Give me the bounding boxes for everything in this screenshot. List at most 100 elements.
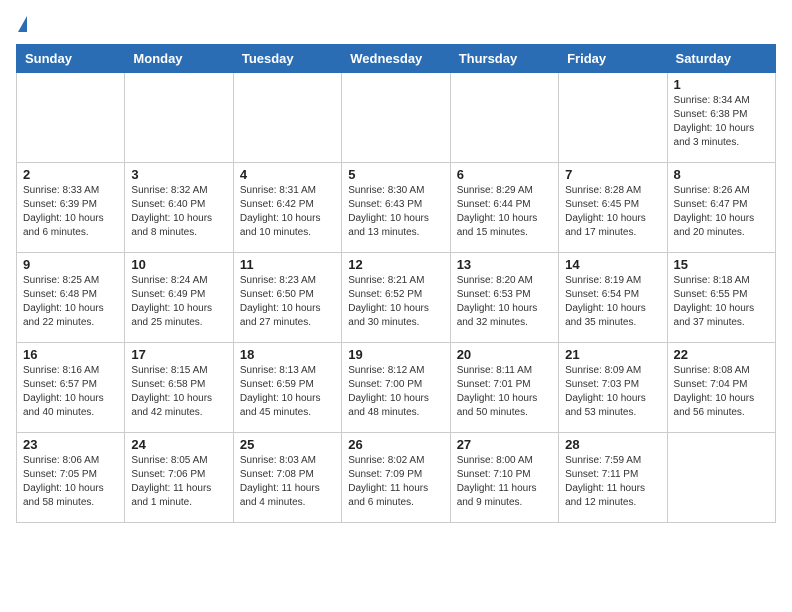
- day-info: Sunrise: 8:32 AM Sunset: 6:40 PM Dayligh…: [131, 184, 226, 240]
- day-number: 2: [23, 167, 118, 182]
- day-number: 18: [240, 347, 335, 362]
- day-info: Sunrise: 8:20 AM Sunset: 6:53 PM Dayligh…: [457, 274, 552, 330]
- day-info: Sunrise: 8:16 AM Sunset: 6:57 PM Dayligh…: [23, 364, 118, 420]
- calendar-cell: 3 Sunrise: 8:32 AM Sunset: 6:40 PM Daylig…: [125, 163, 233, 253]
- calendar-cell: 1Sunrise: 8:34 AM Sunset: 6:38 PM Daylig…: [667, 73, 775, 163]
- calendar-cell: 21 Sunrise: 8:09 AM Sunset: 7:03 PM Dayli…: [559, 343, 667, 433]
- day-number: 19: [348, 347, 443, 362]
- day-info: Sunrise: 8:05 AM Sunset: 7:06 PM Dayligh…: [131, 454, 226, 510]
- day-info: Sunrise: 8:30 AM Sunset: 6:43 PM Dayligh…: [348, 184, 443, 240]
- calendar-cell: [342, 73, 450, 163]
- calendar-cell: 26 Sunrise: 8:02 AM Sunset: 7:09 PM Dayli…: [342, 433, 450, 523]
- day-info: Sunrise: 8:26 AM Sunset: 6:47 PM Dayligh…: [674, 184, 769, 240]
- day-number: 25: [240, 437, 335, 452]
- day-number: 24: [131, 437, 226, 452]
- day-info: Sunrise: 8:25 AM Sunset: 6:48 PM Dayligh…: [23, 274, 118, 330]
- day-info: Sunrise: 8:08 AM Sunset: 7:04 PM Dayligh…: [674, 364, 769, 420]
- day-header-thursday: Thursday: [450, 45, 558, 73]
- calendar-cell: 13 Sunrise: 8:20 AM Sunset: 6:53 PM Dayli…: [450, 253, 558, 343]
- calendar-cell: 8 Sunrise: 8:26 AM Sunset: 6:47 PM Daylig…: [667, 163, 775, 253]
- calendar-cell: 12 Sunrise: 8:21 AM Sunset: 6:52 PM Dayli…: [342, 253, 450, 343]
- day-info: Sunrise: 8:24 AM Sunset: 6:49 PM Dayligh…: [131, 274, 226, 330]
- day-info: Sunrise: 8:31 AM Sunset: 6:42 PM Dayligh…: [240, 184, 335, 240]
- day-number: 6: [457, 167, 552, 182]
- day-info: Sunrise: 8:19 AM Sunset: 6:54 PM Dayligh…: [565, 274, 660, 330]
- day-number: 9: [23, 257, 118, 272]
- day-info: Sunrise: 8:33 AM Sunset: 6:39 PM Dayligh…: [23, 184, 118, 240]
- day-info: Sunrise: 8:28 AM Sunset: 6:45 PM Dayligh…: [565, 184, 660, 240]
- calendar-cell: 19 Sunrise: 8:12 AM Sunset: 7:00 PM Dayli…: [342, 343, 450, 433]
- logo-icon: [18, 16, 27, 32]
- day-number: 22: [674, 347, 769, 362]
- day-info: Sunrise: 8:03 AM Sunset: 7:08 PM Dayligh…: [240, 454, 335, 510]
- calendar-cell: 11 Sunrise: 8:23 AM Sunset: 6:50 PM Dayli…: [233, 253, 341, 343]
- calendar-cell: 4 Sunrise: 8:31 AM Sunset: 6:42 PM Daylig…: [233, 163, 341, 253]
- day-info: Sunrise: 8:11 AM Sunset: 7:01 PM Dayligh…: [457, 364, 552, 420]
- week-row-3: 9 Sunrise: 8:25 AM Sunset: 6:48 PM Daylig…: [17, 253, 776, 343]
- calendar-cell: [667, 433, 775, 523]
- day-info: Sunrise: 8:09 AM Sunset: 7:03 PM Dayligh…: [565, 364, 660, 420]
- day-number: 20: [457, 347, 552, 362]
- day-number: 26: [348, 437, 443, 452]
- day-number: 5: [348, 167, 443, 182]
- calendar-cell: 5 Sunrise: 8:30 AM Sunset: 6:43 PM Daylig…: [342, 163, 450, 253]
- day-header-tuesday: Tuesday: [233, 45, 341, 73]
- day-info: Sunrise: 8:06 AM Sunset: 7:05 PM Dayligh…: [23, 454, 118, 510]
- calendar-cell: 24 Sunrise: 8:05 AM Sunset: 7:06 PM Dayli…: [125, 433, 233, 523]
- day-info: Sunrise: 8:21 AM Sunset: 6:52 PM Dayligh…: [348, 274, 443, 330]
- calendar-cell: 23 Sunrise: 8:06 AM Sunset: 7:05 PM Dayli…: [17, 433, 125, 523]
- day-number: 15: [674, 257, 769, 272]
- day-number: 23: [23, 437, 118, 452]
- calendar-cell: 6 Sunrise: 8:29 AM Sunset: 6:44 PM Daylig…: [450, 163, 558, 253]
- day-info: Sunrise: 8:00 AM Sunset: 7:10 PM Dayligh…: [457, 454, 552, 510]
- calendar-cell: 28Sunrise: 7:59 AM Sunset: 7:11 PM Dayli…: [559, 433, 667, 523]
- calendar-cell: 15 Sunrise: 8:18 AM Sunset: 6:55 PM Dayli…: [667, 253, 775, 343]
- day-number: 16: [23, 347, 118, 362]
- week-row-5: 23 Sunrise: 8:06 AM Sunset: 7:05 PM Dayli…: [17, 433, 776, 523]
- day-header-saturday: Saturday: [667, 45, 775, 73]
- day-header-friday: Friday: [559, 45, 667, 73]
- day-info: Sunrise: 8:18 AM Sunset: 6:55 PM Dayligh…: [674, 274, 769, 330]
- week-row-4: 16 Sunrise: 8:16 AM Sunset: 6:57 PM Dayli…: [17, 343, 776, 433]
- day-info: Sunrise: 8:02 AM Sunset: 7:09 PM Dayligh…: [348, 454, 443, 510]
- calendar-cell: 27 Sunrise: 8:00 AM Sunset: 7:10 PM Dayli…: [450, 433, 558, 523]
- week-row-1: 1Sunrise: 8:34 AM Sunset: 6:38 PM Daylig…: [17, 73, 776, 163]
- calendar-cell: 25 Sunrise: 8:03 AM Sunset: 7:08 PM Dayli…: [233, 433, 341, 523]
- day-number: 4: [240, 167, 335, 182]
- day-header-sunday: Sunday: [17, 45, 125, 73]
- day-info: Sunrise: 8:15 AM Sunset: 6:58 PM Dayligh…: [131, 364, 226, 420]
- calendar-cell: [233, 73, 341, 163]
- day-number: 11: [240, 257, 335, 272]
- page-header: [16, 16, 776, 32]
- day-number: 12: [348, 257, 443, 272]
- header-row: SundayMondayTuesdayWednesdayThursdayFrid…: [17, 45, 776, 73]
- day-number: 27: [457, 437, 552, 452]
- day-number: 8: [674, 167, 769, 182]
- calendar-cell: 22 Sunrise: 8:08 AM Sunset: 7:04 PM Dayli…: [667, 343, 775, 433]
- day-number: 17: [131, 347, 226, 362]
- day-info: Sunrise: 7:59 AM Sunset: 7:11 PM Dayligh…: [565, 454, 660, 510]
- day-info: Sunrise: 8:29 AM Sunset: 6:44 PM Dayligh…: [457, 184, 552, 240]
- logo: [16, 16, 27, 32]
- day-info: Sunrise: 8:12 AM Sunset: 7:00 PM Dayligh…: [348, 364, 443, 420]
- calendar-cell: [559, 73, 667, 163]
- calendar-cell: [125, 73, 233, 163]
- calendar-cell: 18Sunrise: 8:13 AM Sunset: 6:59 PM Dayli…: [233, 343, 341, 433]
- day-number: 7: [565, 167, 660, 182]
- calendar-cell: 9 Sunrise: 8:25 AM Sunset: 6:48 PM Daylig…: [17, 253, 125, 343]
- calendar-table: SundayMondayTuesdayWednesdayThursdayFrid…: [16, 44, 776, 523]
- calendar-cell: [17, 73, 125, 163]
- day-number: 13: [457, 257, 552, 272]
- day-header-monday: Monday: [125, 45, 233, 73]
- day-number: 3: [131, 167, 226, 182]
- calendar-cell: 16 Sunrise: 8:16 AM Sunset: 6:57 PM Dayli…: [17, 343, 125, 433]
- calendar-cell: 10Sunrise: 8:24 AM Sunset: 6:49 PM Dayli…: [125, 253, 233, 343]
- day-number: 21: [565, 347, 660, 362]
- day-info: Sunrise: 8:23 AM Sunset: 6:50 PM Dayligh…: [240, 274, 335, 330]
- day-number: 14: [565, 257, 660, 272]
- day-header-wednesday: Wednesday: [342, 45, 450, 73]
- calendar-cell: 7 Sunrise: 8:28 AM Sunset: 6:45 PM Daylig…: [559, 163, 667, 253]
- calendar-cell: 17 Sunrise: 8:15 AM Sunset: 6:58 PM Dayli…: [125, 343, 233, 433]
- day-info: Sunrise: 8:34 AM Sunset: 6:38 PM Dayligh…: [674, 94, 769, 150]
- calendar-cell: 20 Sunrise: 8:11 AM Sunset: 7:01 PM Dayli…: [450, 343, 558, 433]
